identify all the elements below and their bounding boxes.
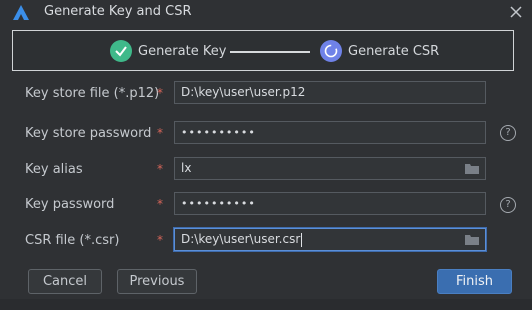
csr-file-field[interactable]: D:\key\user\user.csr: [174, 228, 486, 251]
title-bar: Generate Key and CSR: [0, 0, 532, 26]
key-alias-label: Key alias: [25, 162, 83, 177]
key-password-field[interactable]: ••••••••••: [174, 192, 486, 215]
key-alias-value: lx: [181, 161, 192, 175]
required-mark: *: [157, 86, 163, 100]
folder-icon[interactable]: [464, 233, 480, 246]
required-mark: *: [157, 197, 163, 211]
step-connector: [230, 51, 310, 53]
background-editor: [0, 299, 532, 310]
csr-file-value: D:\key\user\user.csr: [181, 232, 301, 246]
help-icon[interactable]: ?: [500, 125, 516, 141]
app-logo-icon: [13, 5, 29, 20]
refresh-icon: [320, 40, 342, 62]
step-generate-key: Generate Key: [138, 44, 227, 59]
key-store-file-label: Key store file (*.p12): [25, 86, 160, 101]
checkmark-icon: [110, 40, 132, 62]
text-caret: [301, 232, 303, 247]
finish-button[interactable]: Finish: [437, 269, 512, 294]
required-mark: *: [157, 233, 163, 247]
csr-file-label: CSR file (*.csr): [25, 233, 120, 248]
key-password-label: Key password: [25, 197, 115, 212]
close-icon[interactable]: [506, 2, 526, 22]
key-alias-field[interactable]: lx: [174, 157, 486, 180]
cancel-button[interactable]: Cancel: [28, 269, 102, 294]
help-icon[interactable]: ?: [500, 197, 516, 213]
wizard-stepper: Generate Key Generate CSR: [12, 30, 514, 71]
key-store-file-field[interactable]: D:\key\user\user.p12: [174, 81, 486, 104]
required-mark: *: [157, 126, 163, 140]
folder-icon[interactable]: [464, 162, 480, 175]
previous-button[interactable]: Previous: [117, 269, 197, 294]
key-store-password-label: Key store password: [25, 126, 152, 141]
required-mark: *: [157, 162, 163, 176]
dialog-title: Generate Key and CSR: [44, 4, 192, 19]
step-generate-csr: Generate CSR: [348, 44, 440, 59]
key-store-password-field[interactable]: ••••••••••: [174, 121, 486, 144]
